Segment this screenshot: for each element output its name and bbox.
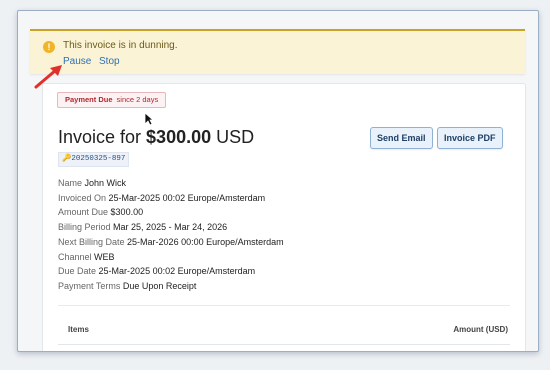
detail-value: $300.00 (110, 207, 144, 218)
column-header-amount: Amount (USD) (453, 325, 508, 334)
title-prefix: Invoice for (58, 127, 147, 147)
detail-value: 25-Mar-2026 00:00 Europe/Amsterdam (127, 236, 284, 247)
screenshot-frame: ! This invoice is in dunning. Pause Stop… (17, 10, 539, 352)
detail-row: Invoiced On 25-Mar-2025 00:02 Europe/Ams… (58, 191, 284, 206)
detail-row: Amount Due $300.00 (58, 205, 284, 220)
page-title: Invoice for $300.00 USD (58, 127, 254, 148)
detail-key: Name (58, 178, 83, 188)
invoice-code[interactable]: 🔑20250325-897 (58, 152, 130, 167)
send-email-button[interactable]: Send Email (370, 127, 433, 149)
divider (58, 305, 510, 306)
detail-key: Payment Terms (58, 280, 121, 291)
detail-row: Name John Wick (58, 176, 284, 191)
invoice-details: Name John Wick Invoiced On 25-Mar-2025 0… (58, 176, 284, 294)
detail-key: Billing Period (58, 222, 111, 233)
invoice-amount: $300.00 (146, 127, 212, 147)
invoice-card: Payment Due since 2 days Invoice for $300… (42, 83, 526, 351)
detail-value: John Wick (84, 178, 127, 188)
detail-row: Next Billing Date 25-Mar-2026 00:00 Euro… (58, 235, 284, 250)
detail-value: 25-Mar-2025 00:02 Europe/Amsterdam (108, 192, 266, 203)
column-header-items: Items (68, 325, 89, 334)
invoice-code-text: 20250325-897 (71, 155, 126, 163)
detail-value: WEB (94, 251, 115, 262)
detail-value: Mar 25, 2025 - Mar 24, 2026 (113, 222, 228, 233)
detail-key: Next Billing Date (58, 236, 125, 247)
detail-value: 25-Mar-2025 00:02 Europe/Amsterdam (98, 266, 256, 277)
invoice-currency: USD (211, 127, 255, 147)
status-badge: Payment Due since 2 days (57, 92, 167, 108)
dunning-banner: ! This invoice is in dunning. Pause Stop (30, 29, 525, 74)
detail-key: Invoiced On (58, 192, 107, 203)
invoice-pdf-button[interactable]: Invoice PDF (437, 127, 503, 149)
warning-icon: ! (43, 41, 55, 53)
key-icon: 🔑 (62, 155, 72, 163)
status-since: since 2 days (116, 95, 159, 104)
detail-value: Due Upon Receipt (122, 280, 197, 291)
detail-row: Channel WEB (58, 250, 284, 265)
detail-row: Billing Period Mar 25, 2025 - Mar 24, 20… (58, 220, 284, 235)
dunning-message: This invoice is in dunning. (63, 40, 178, 51)
detail-row: Due Date 25-Mar-2025 00:02 Europe/Amster… (58, 264, 284, 279)
table-header-rule (58, 344, 510, 345)
mouse-cursor-icon (144, 112, 154, 126)
stop-link[interactable]: Stop (99, 56, 120, 67)
detail-key: Amount Due (58, 207, 109, 218)
status-label: Payment Due (65, 95, 113, 104)
detail-row: Payment Terms Due Upon Receipt (58, 279, 284, 294)
detail-key: Due Date (58, 266, 97, 277)
detail-key: Channel (58, 251, 92, 262)
